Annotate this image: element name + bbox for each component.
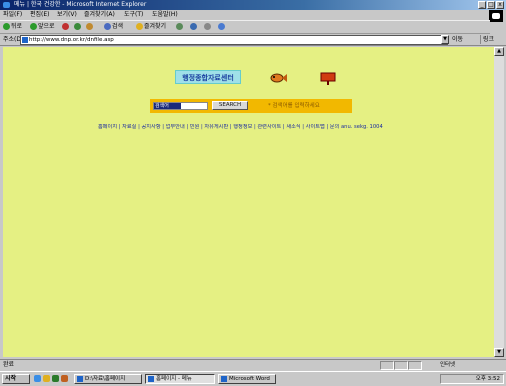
page-icon xyxy=(22,37,28,43)
internet-explorer-icon xyxy=(148,376,154,382)
outlook-quicklaunch-icon[interactable] xyxy=(61,375,68,382)
start-button[interactable]: 시작 xyxy=(2,374,30,384)
search-button[interactable]: SEARCH xyxy=(212,101,248,110)
menu-file[interactable]: 파일(F) xyxy=(3,11,22,19)
menu-favorites[interactable]: 즐겨찾기(A) xyxy=(84,11,115,19)
search-bar: 검색어 SEARCH * 검색어를 입력하세요 xyxy=(150,99,352,113)
status-bar: 완료 인터넷 xyxy=(0,359,506,370)
go-button[interactable]: 이동 xyxy=(452,35,478,44)
address-url: http://www.dnp.or.kr/dnfile.asp xyxy=(29,37,114,43)
fish-icon[interactable] xyxy=(269,72,287,84)
search-input[interactable]: 검색어 xyxy=(153,102,208,110)
toolbar: 뒤로 앞으로 검색 즐겨찾기 xyxy=(0,20,490,34)
home-icon[interactable] xyxy=(86,23,93,30)
title-bar: 메뉴 | 한국 건강한 - Microsoft Internet Explore… xyxy=(0,0,506,10)
site-logo-link[interactable]: 행정종합자료센터 xyxy=(175,70,241,84)
word-icon xyxy=(221,376,227,382)
folder-icon xyxy=(77,376,83,382)
clock[interactable]: 오후 3:52 xyxy=(476,376,500,382)
minimize-button[interactable]: _ xyxy=(478,1,486,9)
book-icon[interactable] xyxy=(320,71,336,85)
browser-window: 메뉴 | 한국 건강한 - Microsoft Internet Explore… xyxy=(0,0,506,386)
taskbar-task[interactable]: D:\자료\홈페이지 xyxy=(74,374,142,384)
refresh-icon[interactable] xyxy=(74,23,81,30)
internet-explorer-icon xyxy=(3,2,10,8)
menu-view[interactable]: 보기(V) xyxy=(57,11,77,19)
taskbar-task-active[interactable]: 홈페이지 - 메뉴 xyxy=(145,374,215,384)
taskbar: 시작 D:\자료\홈페이지 홈페이지 - 메뉴 Microsoft Word 오… xyxy=(0,371,506,386)
nav-links[interactable]: 홈페이지 | 자료실 | 공지사항 | 업무안내 | 민원 | 자유게시판 | … xyxy=(98,124,408,131)
taskbar-task[interactable]: Microsoft Word xyxy=(218,374,276,384)
task-label: 홈페이지 - 메뉴 xyxy=(156,376,192,382)
search-input-selection: 검색어 xyxy=(154,103,181,109)
scroll-down-arrow[interactable]: ▼ xyxy=(494,348,504,357)
favorites-button[interactable]: 즐겨찾기 xyxy=(144,23,166,31)
mail-icon[interactable] xyxy=(190,23,197,30)
status-segment xyxy=(408,361,422,370)
back-icon[interactable] xyxy=(3,23,10,30)
menu-help[interactable]: 도움말(H) xyxy=(152,11,178,19)
address-input[interactable]: http://www.dnp.or.kr/dnfile.asp xyxy=(20,35,448,45)
folder-quicklaunch-icon[interactable] xyxy=(43,375,50,382)
menu-bar: 파일(F) 편집(E) 보기(V) 즐겨찾기(A) 도구(T) 도움말(H) xyxy=(0,10,506,20)
window-title: 메뉴 | 한국 건강한 - Microsoft Internet Explore… xyxy=(14,1,147,8)
forward-button[interactable]: 앞으로 xyxy=(38,23,55,31)
system-tray: 오후 3:52 xyxy=(440,374,504,384)
favorites-icon[interactable] xyxy=(136,23,143,30)
desktop-quicklaunch-icon[interactable] xyxy=(52,375,59,382)
vertical-scrollbar[interactable]: ▲ ▼ xyxy=(494,47,504,357)
close-button[interactable]: x xyxy=(496,1,504,9)
task-label: Microsoft Word xyxy=(229,376,270,382)
search-button[interactable]: 검색 xyxy=(112,23,123,31)
forward-icon[interactable] xyxy=(30,23,37,30)
throbber-icon xyxy=(489,10,503,22)
history-icon[interactable] xyxy=(176,23,183,30)
links-button[interactable]: 링크 xyxy=(480,35,504,44)
status-text: 완료 xyxy=(3,361,15,368)
page-content: 행정종합자료센터 검색어 SEARCH * 검색어를 입력하세요 홈페이지 | … xyxy=(3,47,494,357)
scroll-up-arrow[interactable]: ▲ xyxy=(494,47,504,56)
print-icon[interactable] xyxy=(204,23,211,30)
stop-icon[interactable] xyxy=(62,23,69,30)
address-dropdown-button[interactable]: ▼ xyxy=(441,35,449,44)
security-zone: 인터넷 xyxy=(440,362,456,368)
search-icon[interactable] xyxy=(104,23,111,30)
menu-edit[interactable]: 편집(E) xyxy=(30,11,50,19)
ie-quicklaunch-icon[interactable] xyxy=(34,375,41,382)
edit-icon[interactable] xyxy=(218,23,225,30)
menu-tools[interactable]: 도구(T) xyxy=(124,11,143,19)
address-bar: 주소(D) http://www.dnp.or.kr/dnfile.asp ▼ … xyxy=(0,34,506,46)
maximize-button[interactable]: □ xyxy=(487,1,495,9)
task-label: D:\자료\홈페이지 xyxy=(85,376,126,382)
back-button[interactable]: 뒤로 xyxy=(11,23,22,31)
status-segment xyxy=(394,361,408,370)
search-hint: * 검색어를 입력하세요 xyxy=(268,103,320,109)
status-segment xyxy=(380,361,394,370)
